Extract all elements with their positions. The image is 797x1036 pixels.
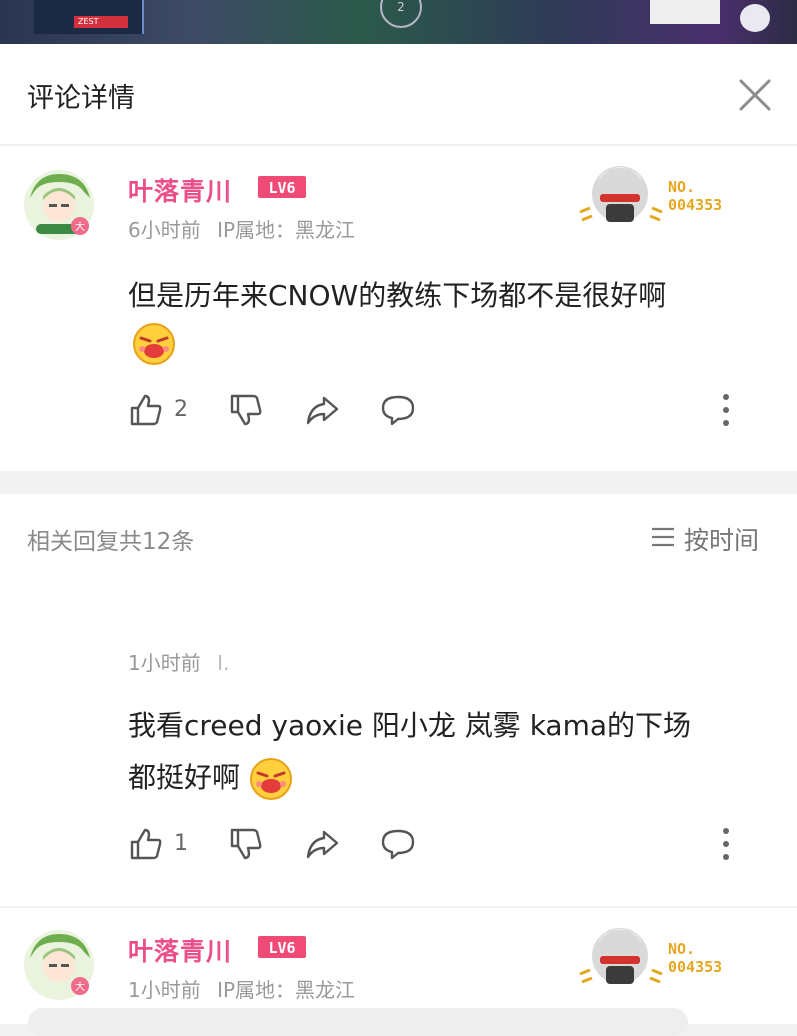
medal-number: NO. 004353 bbox=[668, 940, 722, 976]
svg-text:大: 大 bbox=[75, 980, 85, 993]
reply-input-bar[interactable] bbox=[28, 1008, 688, 1036]
video-center-number: 2 bbox=[380, 0, 422, 28]
comment-ip: IP属地：黑龙江 bbox=[217, 218, 356, 242]
comment-meta: 6小时前 IP属地：黑龙江 bbox=[128, 214, 355, 243]
more-vertical-icon[interactable] bbox=[720, 826, 732, 862]
medal-no-value: 004353 bbox=[668, 196, 723, 214]
like-count: 2 bbox=[174, 397, 188, 422]
medal-no-value: 004353 bbox=[668, 958, 723, 976]
reply-text-line-2: 都挺好啊 bbox=[128, 752, 691, 804]
medal[interactable]: NO. 004353 bbox=[576, 916, 744, 996]
share-icon[interactable] bbox=[304, 826, 340, 862]
medal-avatar-icon bbox=[579, 928, 663, 984]
medal-avatar-icon bbox=[579, 166, 663, 222]
comment-text: 但是历年来CNOW的教练下场都不是很好啊 bbox=[128, 279, 667, 312]
reply-meta: 1小时前 I. bbox=[128, 647, 229, 676]
replies-count: 相关回复共12条 bbox=[27, 529, 195, 555]
reply-text-line-2-text: 都挺好啊 bbox=[128, 761, 241, 794]
close-icon[interactable] bbox=[738, 78, 772, 112]
video-hud-left: ZEST bbox=[34, 0, 144, 34]
sort-by-time-button[interactable]: 按时间 bbox=[684, 521, 759, 557]
laugh-emoji-icon bbox=[249, 758, 292, 800]
reply-like-count: 1 bbox=[174, 831, 188, 856]
comment-username[interactable]: 叶落青川 bbox=[128, 172, 232, 208]
thumbs-down-icon[interactable] bbox=[228, 826, 264, 862]
comment-meta: 1小时前 IP属地：黑龙江 bbox=[128, 974, 355, 1003]
thumbs-up-icon[interactable] bbox=[128, 826, 164, 862]
more-vertical-icon[interactable] bbox=[720, 392, 732, 428]
svg-text:大: 大 bbox=[75, 220, 85, 233]
video-preview-strip: ZEST 2 bbox=[0, 0, 797, 44]
reply-text: 我看creed yaoxie 阳小龙 岚雾 kama的下场 都挺好啊 bbox=[128, 700, 691, 804]
avatar[interactable]: 大 bbox=[22, 168, 96, 242]
comment-time: 1小时前 bbox=[128, 978, 201, 1002]
thumbs-up-icon[interactable] bbox=[128, 392, 164, 428]
video-hud-tag: ZEST bbox=[74, 16, 128, 28]
level-badge-text: LV6 bbox=[268, 939, 295, 957]
level-badge: LV6 bbox=[258, 936, 306, 958]
avatar[interactable]: 大 bbox=[22, 928, 96, 1002]
reply-ip-partial: I. bbox=[217, 651, 230, 675]
thumbs-down-icon[interactable] bbox=[228, 392, 264, 428]
video-orb bbox=[740, 4, 770, 32]
reply-time: 1小时前 bbox=[128, 651, 201, 675]
comment-username[interactable]: 叶落青川 bbox=[128, 932, 232, 968]
level-badge: LV6 bbox=[258, 176, 306, 198]
video-hud-right bbox=[650, 0, 720, 24]
medal-no-label: NO. bbox=[668, 178, 696, 196]
reply-text-line-1: 我看creed yaoxie 阳小龙 岚雾 kama的下场 bbox=[128, 709, 692, 742]
laugh-emoji-icon bbox=[133, 323, 175, 365]
sort-list-icon[interactable] bbox=[650, 526, 676, 548]
comment-icon[interactable] bbox=[380, 826, 416, 862]
comment-icon[interactable] bbox=[380, 392, 416, 428]
medal-number: NO. 004353 bbox=[668, 178, 722, 214]
share-icon[interactable] bbox=[304, 392, 340, 428]
medal-no-label: NO. bbox=[668, 940, 696, 958]
comment-time: 6小时前 bbox=[128, 218, 201, 242]
comment-ip: IP属地：黑龙江 bbox=[217, 978, 356, 1002]
medal[interactable]: NO. 004353 bbox=[576, 154, 744, 234]
level-badge-text: LV6 bbox=[268, 179, 295, 197]
page-title: 评论详情 bbox=[27, 83, 135, 114]
